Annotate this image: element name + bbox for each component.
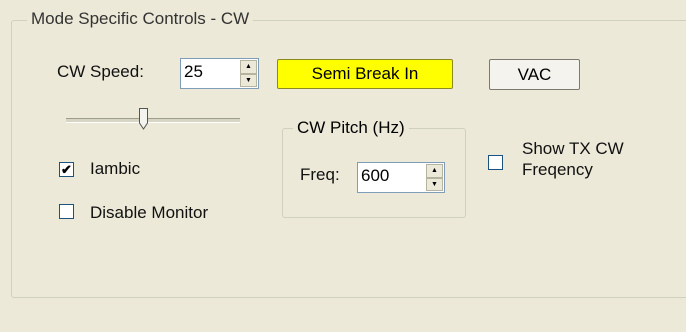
- spin-down-icon[interactable]: ▼: [240, 73, 257, 87]
- cw-speed-value[interactable]: 25: [184, 62, 203, 82]
- cw-speed-spinner[interactable]: 25 ▲ ▼: [180, 58, 259, 89]
- freq-label: Freq:: [300, 165, 340, 184]
- freq-value[interactable]: 600: [361, 166, 389, 186]
- disable-monitor-checkbox[interactable]: [59, 204, 74, 219]
- spin-up-icon[interactable]: ▲: [240, 60, 257, 74]
- show-tx-cw-label-line2: Freqency: [522, 160, 593, 179]
- show-tx-cw-checkbox[interactable]: [488, 155, 503, 170]
- iambic-label: Iambic: [90, 159, 141, 178]
- iambic-checkbox[interactable]: ✔: [59, 162, 74, 177]
- vac-button[interactable]: VAC: [489, 59, 580, 90]
- spin-up-icon[interactable]: ▲: [426, 164, 443, 178]
- freq-spinner[interactable]: 600 ▲ ▼: [357, 162, 445, 193]
- groupbox-title: Mode Specific Controls - CW: [27, 9, 254, 29]
- show-tx-cw-label-line1: Show TX CW: [522, 139, 624, 158]
- spin-down-icon[interactable]: ▼: [426, 177, 443, 191]
- slider-thumb-icon[interactable]: [139, 108, 148, 130]
- disable-monitor-label: Disable Monitor: [90, 203, 209, 222]
- semi-break-in-button[interactable]: Semi Break In: [277, 59, 453, 89]
- cw-speed-slider-track[interactable]: [66, 118, 240, 123]
- cw-pitch-title: CW Pitch (Hz): [293, 118, 409, 138]
- cw-speed-label: CW Speed:: [57, 62, 144, 81]
